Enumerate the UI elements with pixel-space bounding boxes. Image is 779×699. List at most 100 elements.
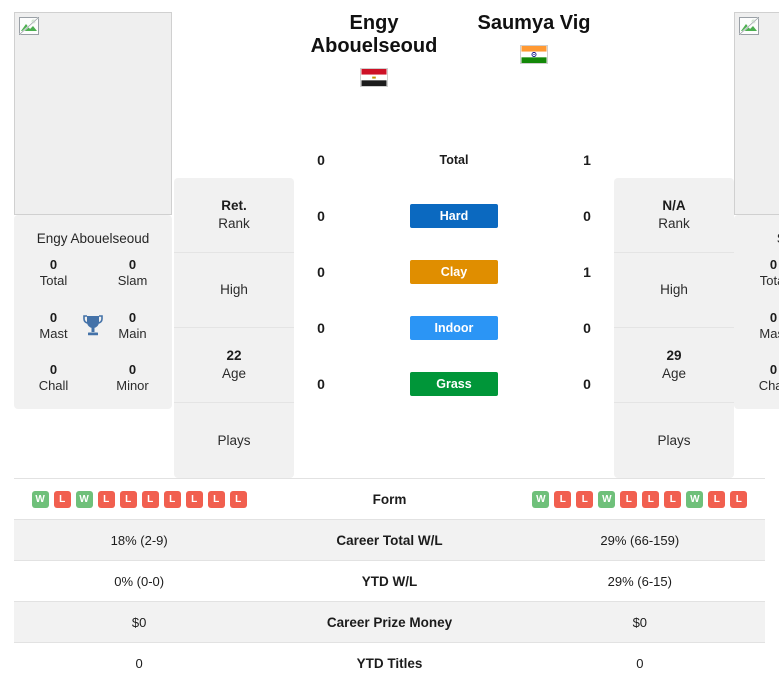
surface-row-indoor: 0 Indoor 0 (298, 300, 610, 356)
left-rank-value: Ret. (221, 198, 247, 214)
right-career-wl: 29% (66-159) (600, 532, 680, 548)
left-info-stack: Ret. Rank High 22 Age Plays (174, 178, 294, 478)
left-high-label: High (220, 282, 248, 298)
right-ytd-wl: 29% (6-15) (607, 573, 672, 589)
surface-grass-left-value: 0 (317, 376, 325, 392)
row-label-form: Form (372, 491, 407, 507)
right-rank-value: N/A (662, 198, 686, 214)
label: Slam (117, 273, 148, 289)
form-badge-loss: L (664, 490, 682, 508)
left-career-wl: 18% (2-9) (110, 532, 168, 548)
surface-hard-label[interactable]: Hard (410, 204, 498, 228)
label: Chall (38, 378, 69, 394)
value: 0 (769, 309, 778, 325)
broken-image-icon (739, 17, 759, 35)
left-plays-label: Plays (217, 432, 251, 448)
row-label-career-prize: Career Prize Money (326, 614, 453, 630)
left-player-heading: Engy Abouelseoud (294, 12, 454, 132)
surface-total-label: Total (439, 153, 469, 167)
right-rank-cell: N/A Rank (614, 178, 734, 253)
form-badge-loss: L (642, 490, 660, 508)
right-info-stack: N/A Rank High 29 Age Plays (614, 178, 734, 478)
left-player-column: Engy Abouelseoud 0 Total 0 Slam 0 Mast 0… (14, 12, 174, 409)
comparison-top-section: Engy Abouelseoud 0 Total 0 Slam 0 Mast 0… (0, 0, 779, 478)
table-row-career-prize: $0 Career Prize Money $0 (14, 601, 765, 642)
form-badge-win: W (532, 490, 550, 508)
form-badge-loss: L (53, 490, 71, 508)
form-badge-win: W (75, 490, 93, 508)
left-info-column: Ret. Rank High 22 Age Plays (174, 12, 294, 478)
form-badge-win: W (686, 490, 704, 508)
right-plays-cell: Plays (614, 403, 734, 478)
form-badge-loss: L (554, 490, 572, 508)
form-badge-loss: L (119, 490, 137, 508)
right-age-value: 29 (666, 348, 682, 364)
left-player-name-line1: Engy (349, 12, 399, 34)
label: Mast (759, 325, 779, 341)
table-row-ytd-titles: 0 YTD Titles 0 (14, 642, 765, 683)
left-titles-grid: 0 Total 0 Slam 0 Mast 0 Main 0 Chall 0 M… (14, 257, 172, 395)
right-player-name: Saumya Vig (454, 12, 614, 35)
right-high-cell: High (614, 253, 734, 328)
broken-image-icon (19, 17, 39, 35)
surface-total-left-value: 0 (317, 152, 325, 168)
table-row-form: WLWLLLLLLL Form WLLWLLLWLL (14, 478, 765, 519)
right-high-label: High (660, 282, 688, 298)
form-badge-loss: L (730, 490, 748, 508)
table-row-career-wl: 18% (2-9) Career Total W/L 29% (66-159) (14, 519, 765, 560)
right-title-mast: 0 Mast (734, 310, 779, 343)
surface-indoor-label[interactable]: Indoor (410, 316, 498, 340)
left-title-total: 0 Total (14, 257, 93, 290)
form-badge-loss: L (620, 490, 638, 508)
surface-grass-right-value: 0 (583, 376, 591, 392)
form-badge-loss: L (207, 490, 225, 508)
left-career-name: Engy Abouelseoud (36, 231, 150, 246)
right-title-total: 0 Total (734, 257, 779, 290)
label: Minor (116, 378, 149, 394)
value: 0 (128, 362, 137, 378)
right-form-badges: WLLWLLLWLL (515, 490, 765, 508)
row-label-ytd-wl: YTD W/L (361, 573, 418, 589)
left-form-badges: WLWLLLLLLL (14, 490, 264, 508)
left-rank-label: Rank (218, 216, 250, 231)
label: Total (39, 273, 68, 289)
left-title-minor: 0 Minor (93, 362, 172, 395)
right-player-heading: Saumya Vig (454, 12, 614, 132)
surface-comparison-column: Engy Abouelseoud Saumya Vig 0 Total 1 0 … (294, 12, 614, 412)
surface-row-total: 0 Total 1 (298, 132, 610, 188)
right-plays-label: Plays (657, 432, 691, 448)
form-badge-loss: L (141, 490, 159, 508)
left-ytd-titles: 0 (135, 655, 143, 671)
row-label-career-wl: Career Total W/L (336, 532, 443, 548)
surface-clay-right-value: 1 (583, 264, 591, 280)
right-career-prize: $0 (632, 614, 648, 630)
india-flag (520, 45, 548, 64)
form-badge-loss: L (708, 490, 726, 508)
surface-hard-right-value: 0 (583, 208, 591, 224)
value: 0 (769, 362, 778, 378)
surface-grass-label[interactable]: Grass (410, 372, 498, 396)
left-title-chall: 0 Chall (14, 362, 93, 395)
surface-indoor-right-value: 0 (583, 320, 591, 336)
right-ytd-titles: 0 (636, 655, 644, 671)
surface-bars: 0 Total 1 0 Hard 0 0 Clay 1 0 Indoor 0 0… (294, 132, 614, 412)
form-badge-loss: L (576, 490, 594, 508)
left-career-card: Engy Abouelseoud 0 Total 0 Slam 0 Mast 0… (14, 215, 172, 409)
left-plays-cell: Plays (174, 403, 294, 478)
left-age-value: 22 (226, 348, 242, 364)
label: Total (759, 273, 779, 289)
label: Chall (758, 378, 779, 394)
right-player-photo (734, 12, 779, 215)
right-title-chall: 0 Chall (734, 362, 779, 395)
player-headings: Engy Abouelseoud Saumya Vig (294, 12, 614, 132)
right-age-label: Age (661, 366, 687, 381)
left-player-name-line2: Abouelseoud (310, 35, 438, 57)
value: 0 (49, 257, 58, 273)
form-badge-win: W (598, 490, 616, 508)
form-badge-loss: L (97, 490, 115, 508)
surface-clay-label[interactable]: Clay (410, 260, 498, 284)
value: 0 (128, 257, 137, 273)
value: 0 (769, 257, 778, 273)
surface-row-hard: 0 Hard 0 (298, 188, 610, 244)
right-age-cell: 29 Age (614, 328, 734, 403)
